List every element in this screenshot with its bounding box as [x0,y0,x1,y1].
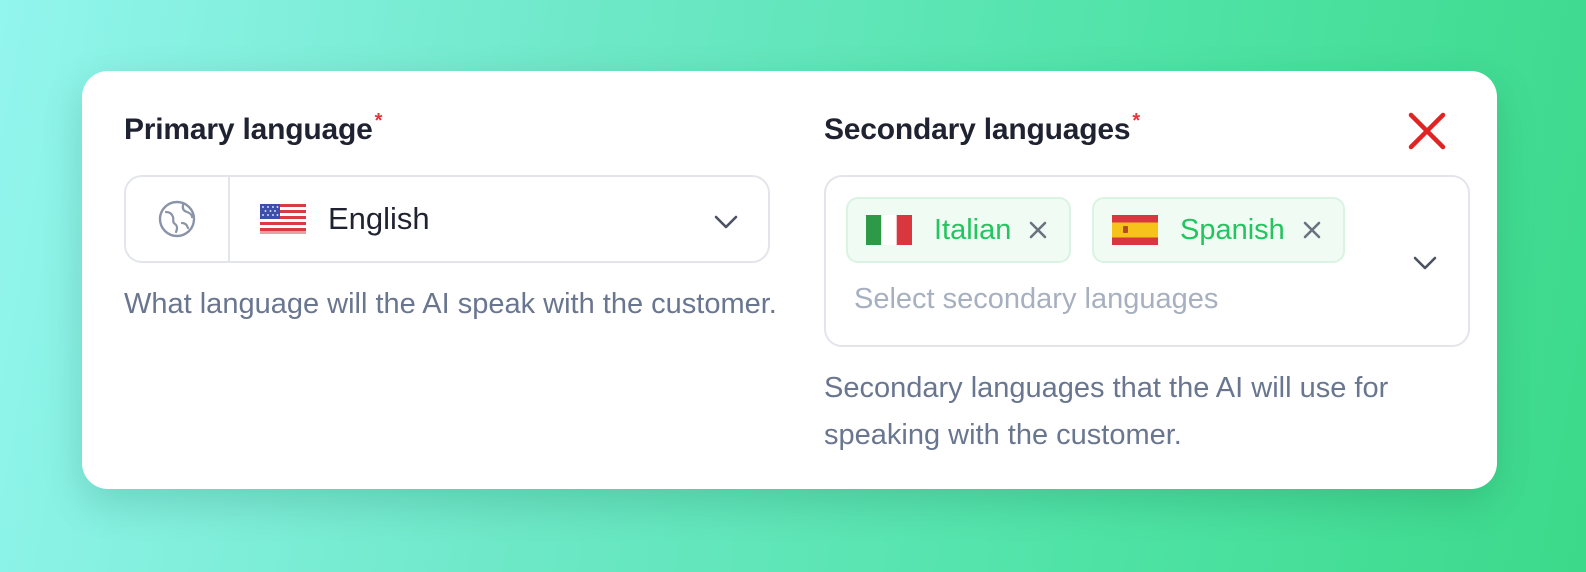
secondary-languages-help: Secondary languages that the AI will use… [824,372,1389,451]
secondary-languages-label-text: Secondary languages [824,113,1131,146]
spain-flag-icon [1112,215,1158,245]
globe-icon [126,177,230,261]
secondary-languages-input[interactable]: Select secondary languages [854,283,1218,316]
language-settings-card: Primary language * English What language… [82,71,1497,489]
tag-italian: Italian [846,197,1072,263]
primary-language-label-text: Primary language [124,113,373,146]
us-flag-icon [260,204,306,234]
primary-language-text: English [328,201,430,236]
secondary-languages-multiselect[interactable]: Italian Spanish Select secondary languag… [824,175,1470,347]
tag-spanish: Spanish [1092,197,1345,263]
secondary-languages-label: Secondary languages * [824,110,1140,147]
primary-language-label: Primary language * [124,110,383,147]
close-icon[interactable] [1405,109,1449,153]
chevron-down-icon[interactable] [1412,255,1438,271]
primary-language-help: What language will the AI speak with the… [124,288,777,320]
italy-flag-icon [866,215,912,245]
primary-language-value: English [260,177,430,261]
required-asterisk: * [374,110,383,132]
primary-language-select[interactable]: English [124,175,770,263]
required-asterisk: * [1132,110,1140,132]
chevron-down-icon[interactable] [713,214,739,230]
remove-tag-icon[interactable] [1027,219,1049,241]
remove-tag-icon[interactable] [1301,219,1323,241]
tag-label: Italian [934,213,1012,246]
tag-label: Spanish [1180,213,1285,246]
